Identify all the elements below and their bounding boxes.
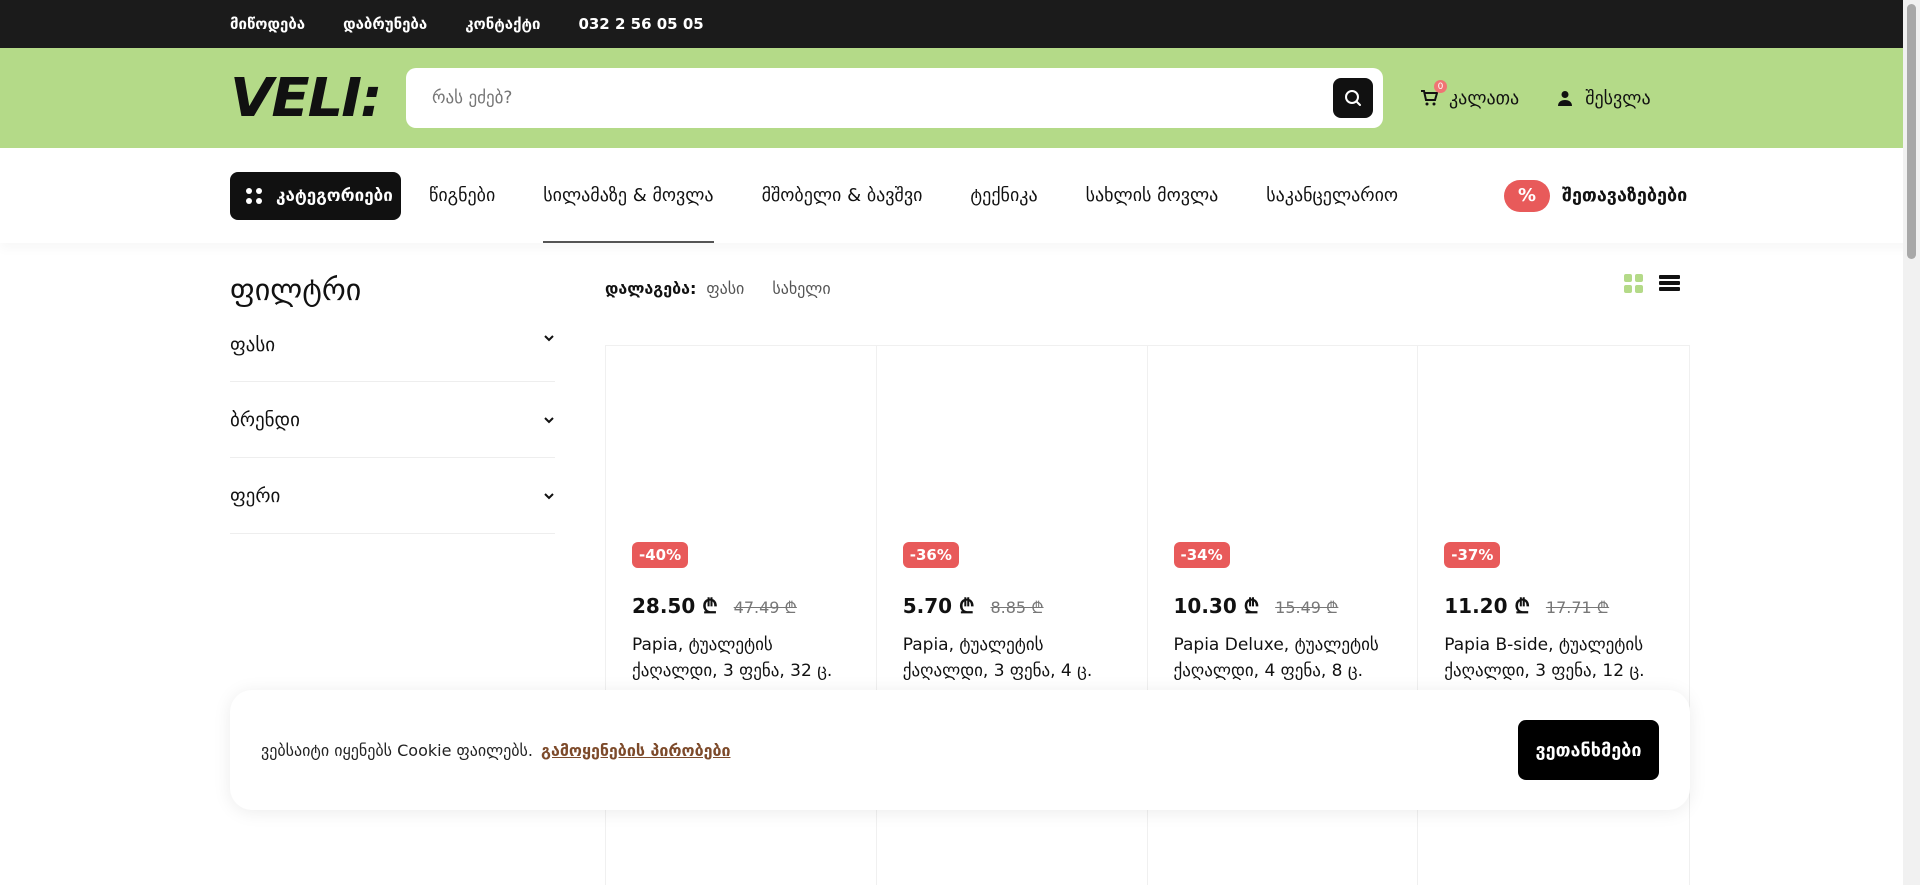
user-icon: [1555, 88, 1575, 108]
filter-label: ბრენდი: [230, 408, 300, 431]
old-price: 8.85 ₾: [990, 598, 1044, 617]
filter-label: ფასი: [230, 334, 276, 356]
filter-price[interactable]: ფასი: [230, 334, 555, 382]
product-name[interactable]: Papia B-side, ტუალეტის ქაღალდი, 3 ფენა, …: [1444, 632, 1669, 684]
sort-bar: დალაგება: ფასი სახელი: [605, 273, 1690, 303]
grid-view-icon[interactable]: [1624, 273, 1643, 293]
discount-badge: -37%: [1444, 542, 1501, 568]
chevron-down-icon: [544, 335, 554, 342]
price-row: 10.30 ₾ 15.49 ₾: [1174, 592, 1339, 619]
chevron-down-icon: [544, 416, 554, 423]
cart-button[interactable]: 0 კალათა: [1419, 80, 1520, 109]
price: 28.50 ₾: [632, 594, 718, 618]
page: მიწოდება დაბრუნება კონტაქტი 032 2 56 05 …: [0, 0, 1920, 885]
nav-item-parent-child[interactable]: მშობელი & ბავშვი: [762, 148, 923, 243]
price: 11.20 ₾: [1444, 594, 1530, 618]
sort-label: დალაგება:: [605, 278, 697, 298]
filters-panel: ფილტრი ფასი ბრენდი ფერი: [230, 273, 555, 534]
product-name[interactable]: Papia Deluxe, ტუალეტის ქაღალდი, 4 ფენა, …: [1174, 632, 1398, 684]
cart-icon: 0: [1419, 80, 1447, 108]
discount-badge: -36%: [902, 542, 959, 568]
contact-link[interactable]: კონტაქტი: [465, 15, 540, 33]
list-view-icon[interactable]: [1659, 273, 1680, 293]
price-row: 11.20 ₾ 17.71 ₾: [1444, 592, 1609, 619]
discount-badge: -34%: [1173, 542, 1230, 568]
nav-item-technics[interactable]: ტექნიკა: [970, 148, 1037, 243]
search-input[interactable]: [432, 88, 1333, 108]
product-name[interactable]: Papia, ტუალეტის ქაღალდი, 3 ფენა, 32 ც.: [632, 632, 856, 684]
chevron-down-icon: [544, 492, 554, 499]
price: 5.70 ₾: [902, 594, 975, 618]
nav-item-books[interactable]: წიგნები: [429, 148, 495, 243]
filter-color[interactable]: ფერი: [230, 458, 555, 534]
old-price: 15.49 ₾: [1275, 598, 1339, 617]
offers-label: შეთავაზებები: [1562, 185, 1688, 206]
top-bar: მიწოდება დაბრუნება კონტაქტი 032 2 56 05 …: [0, 0, 1920, 48]
sort-option-name[interactable]: სახელი: [772, 279, 830, 298]
nav-item-beauty[interactable]: სილამაზე & მოვლა: [543, 148, 714, 243]
filter-label: ფერი: [230, 484, 281, 507]
delivery-link[interactable]: მიწოდება: [230, 15, 305, 33]
discount-badge: -40%: [632, 542, 689, 568]
old-price: 47.49 ₾: [733, 598, 797, 617]
filter-brand[interactable]: ბრენდი: [230, 382, 555, 458]
sort-option-price[interactable]: ფასი: [706, 279, 744, 298]
cookie-banner: ვებსაიტი იყენებს Cookie ფაილებს. გამოყენ…: [230, 690, 1690, 810]
categories-button[interactable]: კატეგორიები: [230, 171, 401, 220]
returns-link[interactable]: დაბრუნება: [343, 15, 427, 33]
nav-item-stationery[interactable]: საკანცელარიო: [1266, 148, 1398, 243]
header: VELI: 0 კალათა შესვლა: [0, 48, 1920, 148]
view-toggle: [1624, 273, 1680, 293]
product-name[interactable]: Papia, ტუალეტის ქაღალდი, 3 ფენა, 4 ც.: [903, 632, 1127, 684]
cart-count-badge: 0: [1434, 80, 1447, 93]
grid-dots-icon: [246, 187, 262, 204]
phone-link[interactable]: 032 2 56 05 05: [578, 15, 703, 33]
offers-link[interactable]: % შეთავაზებები: [1504, 148, 1687, 243]
price: 10.30 ₾: [1173, 594, 1260, 618]
nav-item-home-care[interactable]: სახლის მოვლა: [1086, 148, 1219, 243]
categories-label: კატეგორიები: [276, 185, 393, 206]
scrollbar[interactable]: [1903, 0, 1920, 885]
cookie-text: ვებსაიტი იყენებს Cookie ფაილებს.: [261, 740, 533, 760]
percent-icon: %: [1504, 179, 1550, 212]
logo[interactable]: VELI:: [230, 67, 406, 129]
terms-link[interactable]: გამოყენების პირობები: [541, 741, 731, 760]
login-label: შესვლა: [1585, 87, 1651, 109]
search-icon: [1345, 90, 1361, 106]
search-button[interactable]: [1333, 78, 1373, 118]
main-nav: კატეგორიები წიგნები სილამაზე & მოვლა მშო…: [0, 148, 1920, 243]
price-row: 28.50 ₾ 47.49 ₾: [632, 592, 797, 619]
search-box: [406, 68, 1383, 128]
filters-title: ფილტრი: [230, 273, 362, 308]
price-row: 5.70 ₾ 8.85 ₾: [903, 592, 1044, 619]
login-button[interactable]: შესვლა: [1555, 87, 1651, 109]
cart-label: კალათა: [1449, 87, 1520, 109]
agree-button[interactable]: ვეთანხმები: [1518, 720, 1659, 780]
scrollbar-thumb[interactable]: [1907, 4, 1916, 259]
old-price: 17.71 ₾: [1545, 598, 1610, 617]
